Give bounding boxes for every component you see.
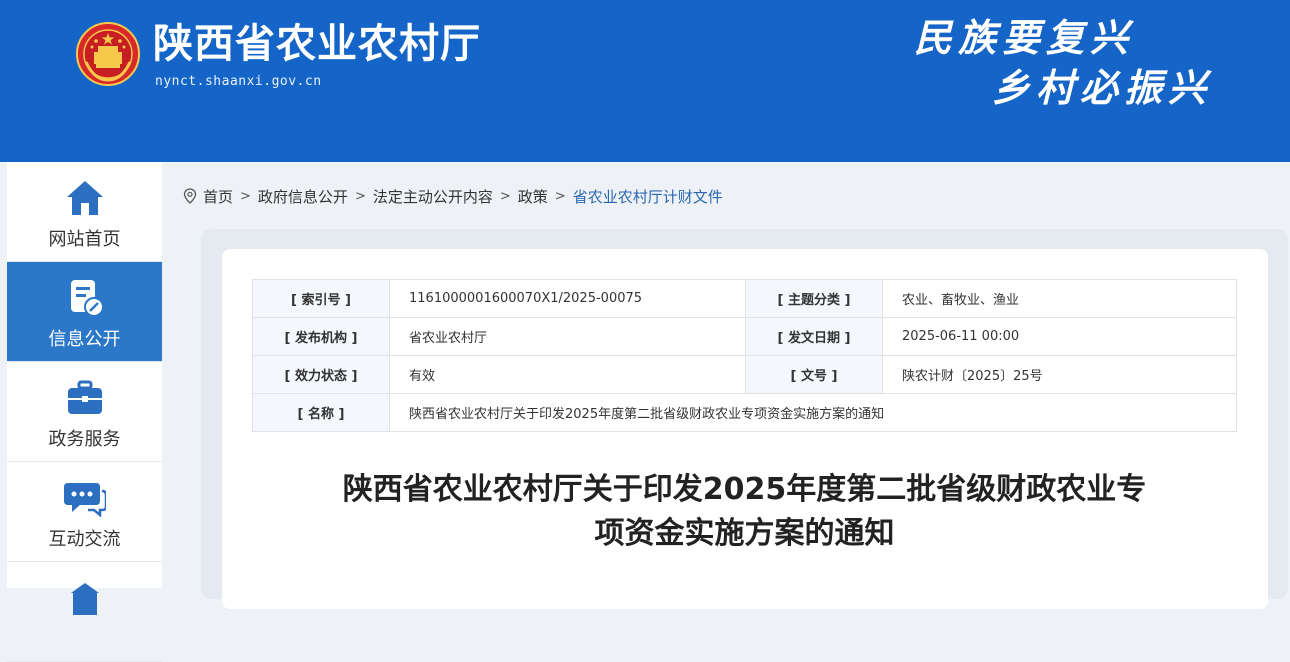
meta-value-publisher: 省农业农村厅	[389, 317, 746, 356]
document-meta-table: [ 索引号 ] 1161000001600070X1/2025-00075 [ …	[252, 279, 1237, 432]
meta-value-docno: 陕农计财〔2025〕25号	[882, 355, 1237, 394]
meta-value-index: 1161000001600070X1/2025-00075	[389, 279, 746, 318]
breadcrumb-current[interactable]: 省农业农村厅计财文件	[573, 186, 723, 207]
meta-key-date: [ 发文日期 ]	[745, 317, 883, 356]
nav-item-gov-services[interactable]: 政务服务	[7, 362, 162, 462]
breadcrumb-separator: >	[354, 188, 366, 204]
breadcrumb-separator: >	[499, 188, 511, 204]
meta-value-name: 陕西省农业农村厅关于印发2025年度第二批省级财政农业专项资金实施方案的通知	[389, 393, 1237, 432]
site-header: 陕西省农业农村厅 nynct.shaanxi.gov.cn 民族要复兴 乡村必振…	[0, 0, 1290, 162]
breadcrumb-gov-info[interactable]: 政府信息公开	[258, 186, 348, 207]
document-title-line-1: 陕西省农业农村厅关于印发2025年度第二批省级财政农业专	[342, 472, 1147, 507]
nav-label-info-disclosure: 信息公开	[48, 329, 121, 350]
nav-item-info-disclosure[interactable]: 信息公开	[7, 262, 162, 362]
table-row: [ 效力状态 ] 有效 [ 文号 ] 陕农计财〔2025〕25号	[252, 355, 1237, 394]
site-url: nynct.shaanxi.gov.cn	[155, 74, 322, 89]
nav-item-home[interactable]: 网站首页	[7, 162, 162, 262]
breadcrumb-policy[interactable]: 政策	[518, 186, 548, 207]
nav-item-more[interactable]	[7, 562, 162, 662]
slogan-line-2: 乡村必振兴	[992, 65, 1213, 110]
nav-item-interaction[interactable]: 互动交流	[7, 462, 162, 562]
meta-value-topic: 农业、畜牧业、渔业	[882, 279, 1237, 318]
breadcrumb-separator: >	[240, 188, 251, 204]
next-nav-icon	[63, 578, 107, 618]
breadcrumb-home[interactable]: 首页	[203, 186, 233, 207]
document-title: 陕西省农业农村厅关于印发2025年度第二批省级财政农业专 项资金实施方案的通知	[262, 468, 1227, 556]
table-row: [ 发布机构 ] 省农业农村厅 [ 发文日期 ] 2025-06-11 00:0…	[252, 317, 1237, 356]
meta-key-index: [ 索引号 ]	[252, 279, 390, 318]
breadcrumb: 首页 > 政府信息公开 > 法定主动公开内容 > 政策 > 省农业农村厅计财文件	[183, 185, 723, 207]
table-row: [ 索引号 ] 1161000001600070X1/2025-00075 [ …	[252, 279, 1237, 318]
meta-value-date: 2025-06-11 00:00	[882, 317, 1237, 356]
meta-key-docno: [ 文号 ]	[745, 355, 883, 394]
briefcase-icon	[63, 378, 107, 418]
chat-bubbles-icon	[63, 478, 107, 518]
meta-value-status: 有效	[389, 355, 746, 394]
slogan-line-1: 民族要复兴	[914, 15, 1135, 60]
nav-label-interaction: 互动交流	[48, 529, 121, 550]
nav-label-gov-services: 政务服务	[48, 429, 121, 450]
table-row: [ 名称 ] 陕西省农业农村厅关于印发2025年度第二批省级财政农业专项资金实施…	[252, 393, 1237, 432]
meta-key-topic: [ 主题分类 ]	[745, 279, 883, 318]
breadcrumb-separator: >	[554, 188, 566, 204]
document-title-line-2: 项资金实施方案的通知	[594, 516, 895, 551]
document-info-icon	[63, 278, 107, 318]
meta-key-publisher: [ 发布机构 ]	[252, 317, 390, 356]
meta-key-status: [ 效力状态 ]	[252, 355, 390, 394]
national-emblem-icon[interactable]	[76, 22, 140, 86]
left-nav: 网站首页 信息公开 政务服务 互动交流	[7, 162, 162, 662]
home-icon	[63, 178, 107, 218]
site-title[interactable]: 陕西省农业农村厅	[153, 18, 481, 70]
nav-label-home: 网站首页	[48, 229, 121, 250]
location-pin-icon	[183, 188, 197, 204]
meta-key-name: [ 名称 ]	[252, 393, 390, 432]
breadcrumb-statutory[interactable]: 法定主动公开内容	[373, 186, 493, 207]
